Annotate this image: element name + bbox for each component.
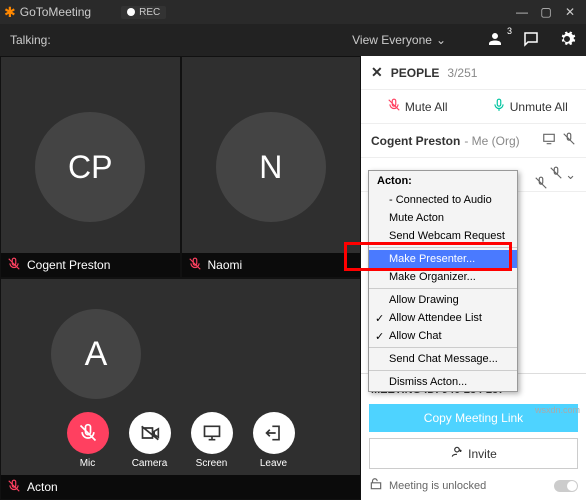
mute-icon	[387, 98, 401, 115]
self-icons	[542, 132, 576, 149]
record-dot-icon	[127, 8, 135, 16]
panel-header: ✕ PEOPLE 3/251	[361, 56, 586, 89]
toolbar-icons: 3	[486, 30, 576, 51]
control-bar: Mic Camera Screen	[1, 412, 360, 469]
window-titlebar: ✱ GoToMeeting REC — ▢ ✕	[0, 0, 586, 24]
invite-label: Invite	[468, 447, 497, 461]
app-logo-icon: ✱	[4, 4, 16, 21]
screen-control: Screen	[191, 412, 233, 469]
mic-muted-icon	[549, 166, 563, 183]
self-role: - Me (Org)	[464, 134, 519, 148]
separator	[369, 370, 517, 371]
separator	[369, 347, 517, 348]
ctx-allow-chat[interactable]: Allow Chat	[369, 327, 517, 345]
lock-toggle[interactable]	[554, 480, 578, 492]
screen-icon	[542, 132, 556, 149]
leave-button[interactable]	[253, 412, 295, 454]
tile-name: Naomi	[208, 258, 243, 272]
mic-control: Mic	[67, 412, 109, 469]
minimize-button[interactable]: —	[510, 5, 534, 19]
tile-name: Acton	[27, 480, 58, 494]
settings-button[interactable]	[558, 30, 576, 51]
mute-row: Mute All Unmute All	[361, 89, 586, 124]
camera-button[interactable]	[129, 412, 171, 454]
context-menu-title: Acton:	[369, 171, 517, 191]
invite-icon	[450, 445, 464, 462]
panel-title: PEOPLE	[391, 66, 440, 80]
tile-namebar: Acton	[1, 475, 360, 499]
app-name: GoToMeeting	[20, 5, 91, 19]
ctx-dismiss[interactable]: Dismiss Acton...	[369, 373, 517, 391]
panel-count: 3/251	[447, 66, 477, 80]
maximize-button[interactable]: ▢	[534, 5, 558, 19]
mic-muted-icon	[562, 132, 576, 149]
chevron-down-icon[interactable]: ⌄	[565, 167, 576, 183]
people-panel-button[interactable]: 3	[486, 30, 504, 51]
mic-muted-icon	[7, 257, 21, 274]
watermark: wsxdn.com	[535, 405, 580, 415]
unmute-icon	[492, 98, 506, 115]
view-mode-dropdown[interactable]: View Everyone ⌄	[352, 33, 446, 47]
video-tile-acton[interactable]: A Mic Camera	[0, 278, 361, 500]
invite-button[interactable]: Invite	[369, 438, 578, 469]
record-label: REC	[139, 7, 160, 18]
unlock-label: Meeting is unlocked	[389, 480, 486, 492]
video-tile-cogent[interactable]: CP Cogent Preston	[0, 56, 181, 278]
avatar: CP	[35, 112, 145, 222]
close-panel-button[interactable]: ✕	[371, 64, 383, 81]
main-toolbar: Talking: View Everyone ⌄ 3	[0, 24, 586, 56]
avatar: N	[216, 112, 326, 222]
mic-button[interactable]	[67, 412, 109, 454]
self-name: Cogent Preston	[371, 134, 460, 148]
tile-name: Cogent Preston	[27, 258, 110, 272]
chevron-down-icon: ⌄	[436, 33, 446, 47]
panel-footer: MEETING ID: 940-234-237 Copy Meeting Lin…	[361, 373, 586, 500]
mic-label: Mic	[80, 458, 96, 469]
attendee-mic-icon-overlay	[534, 176, 548, 195]
camera-label: Camera	[132, 458, 168, 469]
video-grid: CP Cogent Preston N Naomi A	[0, 56, 361, 500]
screen-button[interactable]	[191, 412, 233, 454]
camera-control: Camera	[129, 412, 171, 469]
ctx-allow-attendee-list[interactable]: Allow Attendee List	[369, 309, 517, 327]
separator	[369, 288, 517, 289]
window-controls: — ▢ ✕	[510, 5, 582, 19]
leave-label: Leave	[260, 458, 287, 469]
leave-control: Leave	[253, 412, 295, 469]
unlock-icon	[369, 477, 383, 494]
ctx-allow-drawing[interactable]: Allow Drawing	[369, 291, 517, 309]
self-row[interactable]: Cogent Preston - Me (Org)	[361, 124, 586, 158]
unmute-all-label: Unmute All	[510, 100, 568, 114]
mute-all-label: Mute All	[405, 100, 448, 114]
mute-all-button[interactable]: Mute All	[361, 90, 474, 123]
ctx-send-chat[interactable]: Send Chat Message...	[369, 350, 517, 368]
tile-namebar: Cogent Preston	[1, 253, 180, 277]
close-window-button[interactable]: ✕	[558, 5, 582, 19]
record-indicator[interactable]: REC	[121, 6, 166, 19]
ctx-connected-audio: - Connected to Audio	[369, 191, 517, 209]
mic-muted-icon	[7, 479, 21, 496]
avatar: A	[51, 309, 141, 399]
talking-label: Talking:	[10, 33, 51, 47]
screen-label: Screen	[196, 458, 228, 469]
tile-namebar: Naomi	[182, 253, 361, 277]
highlight-box	[344, 242, 512, 271]
unmute-all-button[interactable]: Unmute All	[474, 90, 586, 123]
lock-row: Meeting is unlocked	[369, 477, 578, 494]
people-count: 3	[507, 26, 512, 36]
context-menu: Acton: - Connected to Audio Mute Acton S…	[368, 170, 518, 392]
view-mode-label: View Everyone	[352, 33, 432, 47]
video-tile-naomi[interactable]: N Naomi	[181, 56, 362, 278]
ctx-mute[interactable]: Mute Acton	[369, 209, 517, 227]
attendee-icons: ⌄	[549, 166, 576, 183]
chat-button[interactable]	[522, 30, 540, 51]
mic-muted-icon	[188, 257, 202, 274]
